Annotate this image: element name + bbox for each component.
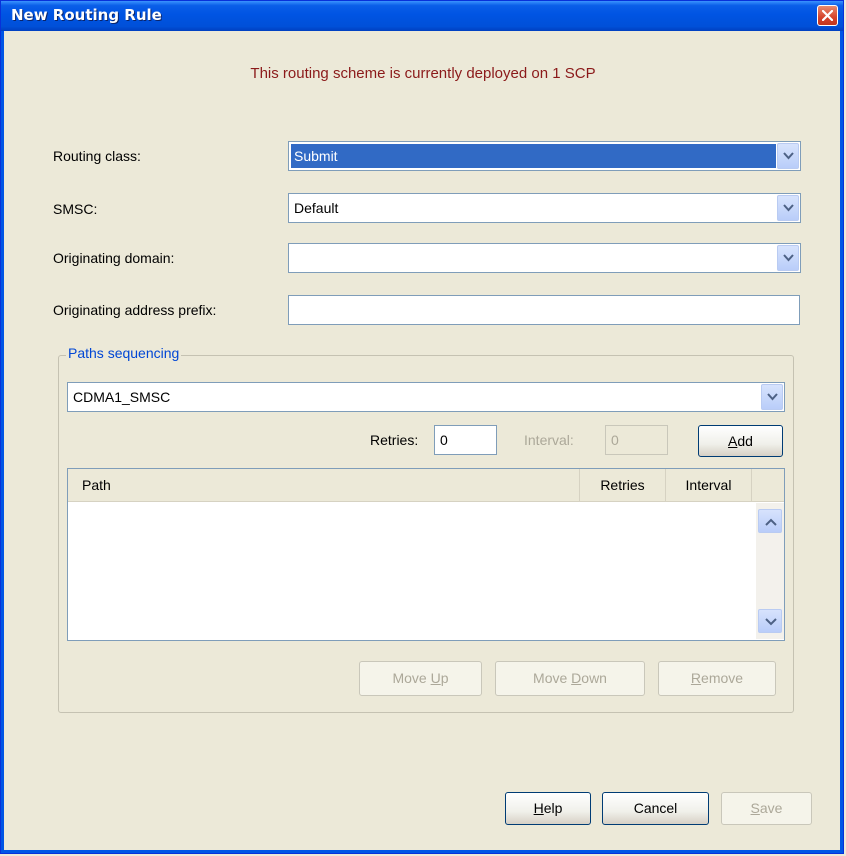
originating-domain-label: Originating domain: (53, 250, 175, 266)
move-up-button[interactable]: Move Up (359, 661, 482, 696)
originating-address-prefix-input[interactable] (288, 295, 800, 325)
table-header: Path Retries Interval (68, 469, 784, 502)
smsc-value: Default (294, 200, 339, 216)
close-icon (822, 10, 833, 21)
move-up-label-before: Move (392, 670, 431, 686)
remove-button[interactable]: Remove (658, 661, 776, 696)
title-bar[interactable]: New Routing Rule (1, 1, 843, 31)
originating-domain-value (291, 246, 776, 270)
originating-domain-dropdown[interactable] (288, 243, 801, 273)
column-header-path[interactable]: Path (68, 469, 580, 501)
retries-input[interactable] (434, 425, 497, 455)
window-frame-right (840, 31, 843, 853)
routing-class-dropdown-button[interactable] (777, 143, 799, 169)
smsc-dropdown-button[interactable] (777, 195, 799, 221)
save-label-rest: ave (759, 800, 783, 816)
path-dropdown[interactable]: CDMA1_SMSC (67, 382, 785, 412)
routing-class-dropdown[interactable]: Submit (288, 141, 801, 171)
column-header-interval[interactable]: Interval (666, 469, 752, 501)
move-down-label-before: Move (533, 670, 572, 686)
retries-label: Retries: (370, 432, 419, 448)
cancel-button[interactable]: Cancel (602, 792, 709, 825)
remove-label-after: emove (701, 670, 744, 686)
window-frame-bottom (1, 850, 843, 853)
add-button-mnemonic: A (728, 433, 738, 449)
arrow-down-icon (765, 618, 777, 626)
chevron-down-icon (783, 152, 794, 160)
paths-sequencing-legend: Paths sequencing (66, 345, 182, 361)
arrow-up-icon (765, 518, 777, 526)
move-down-button[interactable]: Move Down (495, 661, 645, 696)
scroll-down-button[interactable] (758, 609, 782, 633)
help-label-rest: elp (543, 800, 563, 816)
move-up-mnemonic: U (430, 670, 441, 686)
chevron-down-icon (783, 254, 794, 262)
move-down-label-after: own (581, 670, 607, 686)
add-button[interactable]: Add (698, 425, 783, 457)
originating-domain-dropdown-button[interactable] (777, 245, 799, 271)
path-value: CDMA1_SMSC (73, 389, 171, 405)
move-up-label-after: p (440, 670, 449, 686)
move-down-mnemonic: D (571, 670, 582, 686)
scroll-up-button[interactable] (758, 509, 782, 533)
column-header-retries[interactable]: Retries (580, 469, 666, 501)
add-button-label-rest: dd (737, 433, 753, 449)
routing-class-value: Submit (291, 144, 776, 168)
close-button[interactable] (817, 5, 838, 26)
routing-class-label: Routing class: (53, 148, 141, 164)
table-scrollbar[interactable] (756, 503, 784, 639)
interval-label: Interval: (524, 432, 574, 448)
help-mnemonic: H (533, 800, 544, 816)
interval-input[interactable] (605, 425, 668, 455)
smsc-label: SMSC: (53, 201, 98, 217)
remove-mnemonic: R (690, 670, 702, 686)
smsc-dropdown[interactable]: Default (288, 193, 801, 223)
window-title: New Routing Rule (11, 6, 162, 24)
paths-table[interactable]: Path Retries Interval (67, 468, 785, 641)
deployment-notice: This routing scheme is currently deploye… (250, 65, 596, 82)
save-button[interactable]: Save (721, 792, 812, 825)
path-dropdown-button[interactable] (761, 384, 783, 410)
originating-address-prefix-label: Originating address prefix: (53, 302, 217, 318)
save-mnemonic: S (750, 800, 760, 816)
help-button[interactable]: Help (505, 792, 591, 825)
chevron-down-icon (783, 204, 794, 212)
window-frame-left (1, 31, 4, 853)
chevron-down-icon (767, 393, 778, 401)
